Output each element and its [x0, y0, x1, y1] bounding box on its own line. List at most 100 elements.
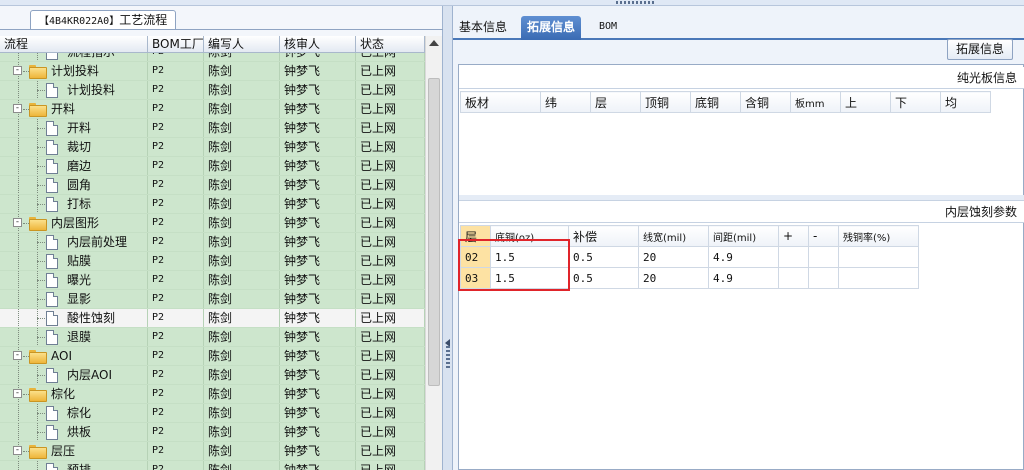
- plain-board-column-header[interactable]: 层: [590, 91, 641, 113]
- author-cell[interactable]: 陈剑: [204, 328, 280, 346]
- factory-cell[interactable]: P2: [148, 271, 204, 289]
- tree-row[interactable]: - 层压 P2 陈剑 钟梦飞 已上网: [0, 442, 425, 461]
- tree-node-cell[interactable]: 烘板: [0, 423, 148, 441]
- author-cell[interactable]: 陈剑: [204, 214, 280, 232]
- factory-cell[interactable]: P2: [148, 62, 204, 80]
- status-cell[interactable]: 已上网: [356, 100, 425, 118]
- tree-node-cell[interactable]: 圆角: [0, 176, 148, 194]
- extended-info-button[interactable]: 拓展信息: [947, 39, 1014, 60]
- factory-cell[interactable]: P2: [148, 81, 204, 99]
- tree-node-cell[interactable]: 内层前处理: [0, 233, 148, 251]
- reviewer-cell[interactable]: 钟梦飞: [280, 53, 356, 61]
- tree-row[interactable]: 打标 P2 陈剑 钟梦飞 已上网: [0, 195, 425, 214]
- etch-value-cell[interactable]: 20: [638, 267, 709, 289]
- reviewer-cell[interactable]: 钟梦飞: [280, 347, 356, 365]
- plain-board-column-header[interactable]: 含铜: [740, 91, 791, 113]
- plain-board-column-header[interactable]: 均: [940, 91, 991, 113]
- status-cell[interactable]: 已上网: [356, 423, 425, 441]
- factory-cell[interactable]: P2: [148, 176, 204, 194]
- author-cell[interactable]: 陈剑: [204, 252, 280, 270]
- author-cell[interactable]: 陈剑: [204, 442, 280, 460]
- status-cell[interactable]: 已上网: [356, 119, 425, 137]
- reviewer-cell[interactable]: 钟梦飞: [280, 138, 356, 156]
- etch-value-cell[interactable]: 0.5: [568, 267, 639, 289]
- tree-node-cell[interactable]: 退膜: [0, 328, 148, 346]
- reviewer-cell[interactable]: 钟梦飞: [280, 290, 356, 308]
- etch-value-cell[interactable]: 4.9: [708, 246, 779, 268]
- author-cell[interactable]: 陈剑: [204, 366, 280, 384]
- splitter-grip-icon[interactable]: [616, 1, 656, 4]
- etch-value-cell[interactable]: [838, 246, 919, 268]
- author-cell[interactable]: 陈剑: [204, 195, 280, 213]
- author-cell[interactable]: 陈剑: [204, 100, 280, 118]
- collapse-toggle-icon[interactable]: -: [13, 389, 22, 398]
- etch-value-cell[interactable]: 20: [638, 246, 709, 268]
- etch-value-cell[interactable]: [778, 246, 809, 268]
- scroll-up-icon[interactable]: [429, 40, 439, 46]
- reviewer-cell[interactable]: 钟梦飞: [280, 385, 356, 403]
- tree-row[interactable]: 棕化 P2 陈剑 钟梦飞 已上网: [0, 404, 425, 423]
- inner-etch-column-header[interactable]: 线宽(mil): [638, 225, 709, 247]
- process-flow-tab[interactable]: 【4B4KR022A0】工艺流程: [30, 10, 177, 30]
- factory-cell[interactable]: P2: [148, 461, 204, 470]
- factory-cell[interactable]: P2: [148, 233, 204, 251]
- status-cell[interactable]: 已上网: [356, 233, 425, 251]
- status-cell[interactable]: 已上网: [356, 328, 425, 346]
- status-cell[interactable]: 已上网: [356, 442, 425, 460]
- factory-cell[interactable]: P2: [148, 366, 204, 384]
- factory-cell[interactable]: P2: [148, 404, 204, 422]
- tree-row[interactable]: 计划投料 P2 陈剑 钟梦飞 已上网: [0, 81, 425, 100]
- plain-board-column-header[interactable]: 上: [840, 91, 891, 113]
- plain-board-column-header[interactable]: 纬: [540, 91, 591, 113]
- tree-node-cell[interactable]: 显影: [0, 290, 148, 308]
- column-header-author[interactable]: 编写人: [204, 36, 280, 53]
- factory-cell[interactable]: P2: [148, 252, 204, 270]
- collapse-toggle-icon[interactable]: -: [13, 446, 22, 455]
- plain-board-column-header[interactable]: 下: [890, 91, 941, 113]
- factory-cell[interactable]: P2: [148, 290, 204, 308]
- inner-etch-column-header[interactable]: 间距(mil): [708, 225, 779, 247]
- factory-cell[interactable]: P2: [148, 157, 204, 175]
- column-header-name[interactable]: 流程: [0, 36, 148, 53]
- status-cell[interactable]: 已上网: [356, 176, 425, 194]
- tab-basic-info[interactable]: 基本信息: [453, 16, 513, 40]
- reviewer-cell[interactable]: 钟梦飞: [280, 423, 356, 441]
- reviewer-cell[interactable]: 钟梦飞: [280, 119, 356, 137]
- author-cell[interactable]: 陈剑: [204, 290, 280, 308]
- tree-row[interactable]: 酸性蚀刻 P2 陈剑 钟梦飞 已上网: [0, 309, 425, 328]
- author-cell[interactable]: 陈剑: [204, 138, 280, 156]
- plain-board-column-header[interactable]: 板mm: [790, 91, 841, 113]
- factory-cell[interactable]: P2: [148, 100, 204, 118]
- collapse-toggle-icon[interactable]: -: [13, 66, 22, 75]
- author-cell[interactable]: 陈剑: [204, 347, 280, 365]
- reviewer-cell[interactable]: 钟梦飞: [280, 271, 356, 289]
- tree-node-cell[interactable]: 棕化: [0, 404, 148, 422]
- status-cell[interactable]: 已上网: [356, 81, 425, 99]
- panel-splitter[interactable]: [443, 6, 453, 470]
- factory-cell[interactable]: P2: [148, 214, 204, 232]
- vertical-scrollbar[interactable]: [425, 36, 442, 470]
- tree-node-cell[interactable]: - 内层图形: [0, 214, 148, 232]
- factory-cell[interactable]: P2: [148, 347, 204, 365]
- tree-node-cell[interactable]: - 计划投料: [0, 62, 148, 80]
- plain-board-column-header[interactable]: 板材: [460, 91, 541, 113]
- reviewer-cell[interactable]: 钟梦飞: [280, 309, 356, 327]
- tree-node-cell[interactable]: - 层压: [0, 442, 148, 460]
- factory-cell[interactable]: P2: [148, 309, 204, 327]
- tree-row[interactable]: 贴膜 P2 陈剑 钟梦飞 已上网: [0, 252, 425, 271]
- factory-cell[interactable]: P2: [148, 328, 204, 346]
- inner-etch-column-header[interactable]: 补偿: [568, 225, 639, 247]
- tree-node-cell[interactable]: 内层AOI: [0, 366, 148, 384]
- tree-row[interactable]: - AOI P2 陈剑 钟梦飞 已上网: [0, 347, 425, 366]
- author-cell[interactable]: 陈剑: [204, 461, 280, 470]
- author-cell[interactable]: 陈剑: [204, 157, 280, 175]
- reviewer-cell[interactable]: 钟梦飞: [280, 157, 356, 175]
- author-cell[interactable]: 陈剑: [204, 53, 280, 61]
- status-cell[interactable]: 已上网: [356, 157, 425, 175]
- etch-value-cell[interactable]: [778, 267, 809, 289]
- reviewer-cell[interactable]: 钟梦飞: [280, 62, 356, 80]
- tree-row[interactable]: 磨边 P2 陈剑 钟梦飞 已上网: [0, 157, 425, 176]
- tree-node-cell[interactable]: 曝光: [0, 271, 148, 289]
- plain-board-column-header[interactable]: 顶铜: [640, 91, 691, 113]
- status-cell[interactable]: 已上网: [356, 347, 425, 365]
